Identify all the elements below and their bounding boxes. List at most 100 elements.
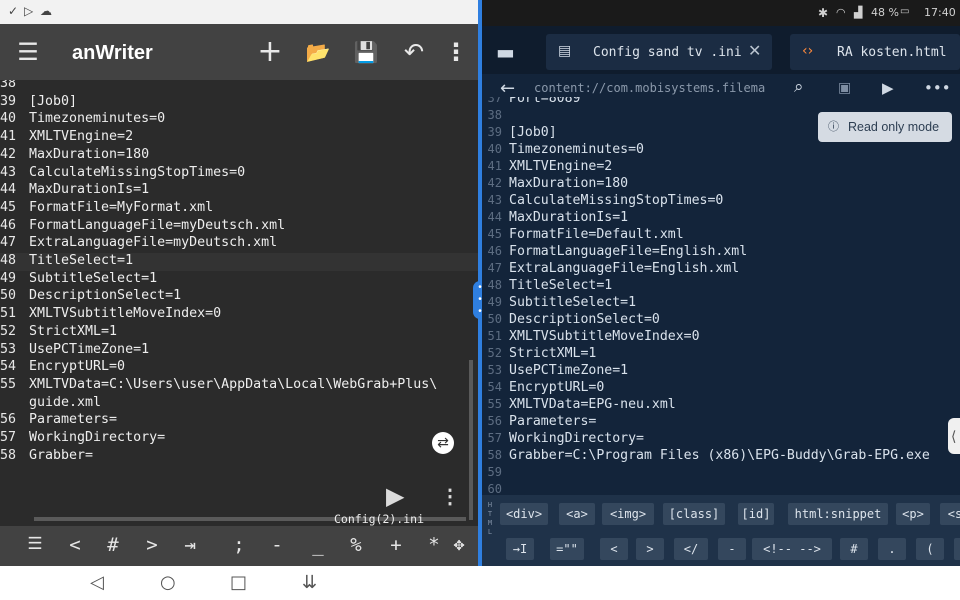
snippet-button[interactable]: - bbox=[718, 538, 746, 560]
code-line[interactable]: 41 XMLTVEngine=2 bbox=[482, 159, 960, 176]
code-line[interactable]: 49 SubtitleSelect=1 bbox=[482, 295, 960, 312]
code-line[interactable]: 50 DescriptionSelect=1 bbox=[0, 288, 478, 306]
symbol-key[interactable]: < bbox=[60, 534, 90, 556]
left-text-editor[interactable]: 38 39 [Job0] 40 Timezoneminutes=0 41 XMLTVEngi… bbox=[0, 80, 478, 526]
code-line[interactable]: 38 bbox=[0, 80, 478, 94]
code-line[interactable]: 52 StrictXML=1 bbox=[0, 324, 478, 342]
snippet-button[interactable]: <s bbox=[940, 503, 960, 525]
tab-config-sand-tv[interactable]: ▤ Config sand tv .ini ✕ bbox=[546, 34, 772, 70]
snippet-button[interactable]: [id] bbox=[738, 503, 774, 525]
keyboard-toggle-icon[interactable]: ☰ bbox=[20, 534, 50, 554]
code-line[interactable]: 41 XMLTVEngine=2 bbox=[0, 129, 478, 147]
code-line[interactable]: 57 WorkingDirectory= bbox=[482, 431, 960, 448]
close-icon[interactable]: ✕ bbox=[748, 41, 761, 60]
code-line[interactable]: 60 bbox=[482, 482, 960, 495]
snippet-button[interactable]: →I bbox=[506, 538, 534, 560]
snippet-button[interactable]: ( bbox=[916, 538, 944, 560]
back-arrow-icon[interactable]: ← bbox=[500, 78, 515, 99]
code-line[interactable]: 46 FormatLanguageFile=myDeutsch.xml bbox=[0, 218, 478, 236]
home-nav-icon[interactable]: ○ bbox=[160, 572, 176, 593]
snippet-button[interactable]: <p> bbox=[896, 503, 930, 525]
code-line[interactable]: 53 UsePCTimeZone=1 bbox=[482, 363, 960, 380]
code-line[interactable]: 48 TitleSelect=1 bbox=[0, 253, 478, 271]
code-line[interactable]: 39 [Job0] bbox=[0, 94, 478, 112]
code-line[interactable]: 43 CalculateMissingStopTimes=0 bbox=[0, 165, 478, 183]
more-options-button[interactable]: ⋮ bbox=[438, 34, 474, 70]
snippet-button[interactable]: . bbox=[878, 538, 906, 560]
code-line[interactable]: 47 ExtraLanguageFile=English.xml bbox=[482, 261, 960, 278]
code-line[interactable]: 42 MaxDuration=180 bbox=[482, 176, 960, 193]
snippet-button[interactable]: ="" bbox=[550, 538, 584, 560]
code-line[interactable]: 52 StrictXML=1 bbox=[482, 346, 960, 363]
code-line[interactable]: 47 ExtraLanguageFile=myDeutsch.xml bbox=[0, 235, 478, 253]
hide-nav-icon[interactable]: ⇊ bbox=[302, 572, 317, 593]
move-cursor-icon[interactable]: ✥ bbox=[444, 534, 474, 555]
save-icon[interactable]: ▣ bbox=[838, 80, 851, 96]
code-line[interactable]: 58 Grabber= bbox=[0, 448, 478, 466]
right-text-editor[interactable]: 37 Port=8089 38 39 [Job0] 40 Timezoneminutes=0… bbox=[482, 97, 960, 495]
folder-icon[interactable]: ▬ bbox=[496, 40, 522, 64]
code-line[interactable]: 59 bbox=[482, 465, 960, 482]
save-button[interactable]: 💾 bbox=[348, 34, 384, 70]
search-icon[interactable]: ⌕ bbox=[794, 77, 804, 97]
symbol-key[interactable]: - bbox=[262, 534, 292, 556]
code-line[interactable]: 58 Grabber=C:\Program Files (x86)\EPG-Bud… bbox=[482, 448, 960, 465]
code-line[interactable]: 55 XMLTVData=EPG-neu.xml bbox=[482, 397, 960, 414]
snippet-button[interactable]: <div> bbox=[500, 503, 548, 525]
snippet-button[interactable]: </ bbox=[674, 538, 708, 560]
code-line[interactable]: 50 DescriptionSelect=0 bbox=[482, 312, 960, 329]
code-line[interactable]: 40 Timezoneminutes=0 bbox=[0, 111, 478, 129]
code-line[interactable]: 45 FormatFile=Default.xml bbox=[482, 227, 960, 244]
code-line[interactable]: guide.xml bbox=[0, 395, 478, 413]
menu-icon[interactable]: ☰ bbox=[10, 34, 46, 70]
symbol-key[interactable]: _ bbox=[303, 534, 333, 556]
symbol-key[interactable]: ⇥ bbox=[175, 534, 205, 556]
new-file-button[interactable]: + bbox=[252, 34, 288, 70]
symbol-key[interactable]: # bbox=[98, 534, 128, 556]
code-line[interactable]: 54 EncryptURL=0 bbox=[482, 380, 960, 397]
symbol-key[interactable]: + bbox=[381, 534, 411, 556]
tab-ra-kosten[interactable]: ‹› RA kosten.html ✕ bbox=[790, 34, 960, 70]
code-line[interactable]: 53 UsePCTimeZone=1 bbox=[0, 342, 478, 360]
undo-button[interactable]: ↶ bbox=[396, 34, 432, 70]
snippet-button[interactable] bbox=[954, 538, 960, 560]
play-icon[interactable]: ▶ bbox=[882, 79, 894, 97]
code-line[interactable]: 40 Timezoneminutes=0 bbox=[482, 142, 960, 159]
code-line[interactable]: 49 SubtitleSelect=1 bbox=[0, 271, 478, 289]
snippet-button[interactable]: # bbox=[840, 538, 868, 560]
code-line[interactable]: 46 FormatLanguageFile=English.xml bbox=[482, 244, 960, 261]
run-button[interactable]: ▶ bbox=[386, 482, 404, 510]
code-line[interactable]: 44 MaxDurationIs=1 bbox=[482, 210, 960, 227]
code-line[interactable]: 56 Parameters= bbox=[0, 412, 478, 430]
code-line[interactable]: 42 MaxDuration=180 bbox=[0, 147, 478, 165]
open-folder-button[interactable]: 📂 bbox=[300, 34, 336, 70]
code-line[interactable]: 48 TitleSelect=1 bbox=[482, 278, 960, 295]
symbol-key[interactable]: > bbox=[137, 534, 167, 556]
snippet-button[interactable]: html:snippet bbox=[788, 503, 888, 525]
code-line[interactable]: 54 EncryptURL=0 bbox=[0, 359, 478, 377]
back-nav-icon[interactable]: ◁ bbox=[90, 572, 104, 593]
snippet-button[interactable]: [class] bbox=[663, 503, 725, 525]
snippet-button[interactable]: < bbox=[600, 538, 628, 560]
editor-more-icon[interactable]: ⋮ bbox=[440, 484, 460, 509]
snippet-button[interactable]: <a> bbox=[559, 503, 595, 525]
symbol-key[interactable]: ; bbox=[224, 534, 254, 556]
snippet-button[interactable]: > bbox=[636, 538, 664, 560]
code-line[interactable]: 57 WorkingDirectory= bbox=[0, 430, 478, 448]
code-line[interactable]: 51 XMLTVSubtitleMoveIndex=0 bbox=[482, 329, 960, 346]
symbol-key[interactable]: % bbox=[341, 534, 371, 556]
code-line[interactable]: 44 MaxDurationIs=1 bbox=[0, 182, 478, 200]
code-line[interactable]: 56 Parameters= bbox=[482, 414, 960, 431]
code-line[interactable]: 45 FormatFile=MyFormat.xml bbox=[0, 200, 478, 218]
code-line[interactable]: 55 XMLTVData=C:\Users\user\AppData\Local\… bbox=[0, 377, 478, 395]
snippet-button[interactable]: <!-- --> bbox=[752, 538, 832, 560]
side-panel-handle[interactable]: ⟨ bbox=[948, 418, 960, 454]
code-line[interactable]: 43 CalculateMissingStopTimes=0 bbox=[482, 193, 960, 210]
snippet-button[interactable]: <img> bbox=[602, 503, 654, 525]
more-options-icon[interactable]: ••• bbox=[924, 79, 951, 97]
swap-icon[interactable]: ⇄ bbox=[432, 432, 454, 454]
code-line[interactable]: 51 XMLTVSubtitleMoveIndex=0 bbox=[0, 306, 478, 324]
code-line[interactable]: 37 Port=8089 bbox=[482, 97, 960, 108]
recents-nav-icon[interactable]: □ bbox=[230, 572, 247, 593]
vertical-scrollbar[interactable] bbox=[469, 360, 473, 520]
